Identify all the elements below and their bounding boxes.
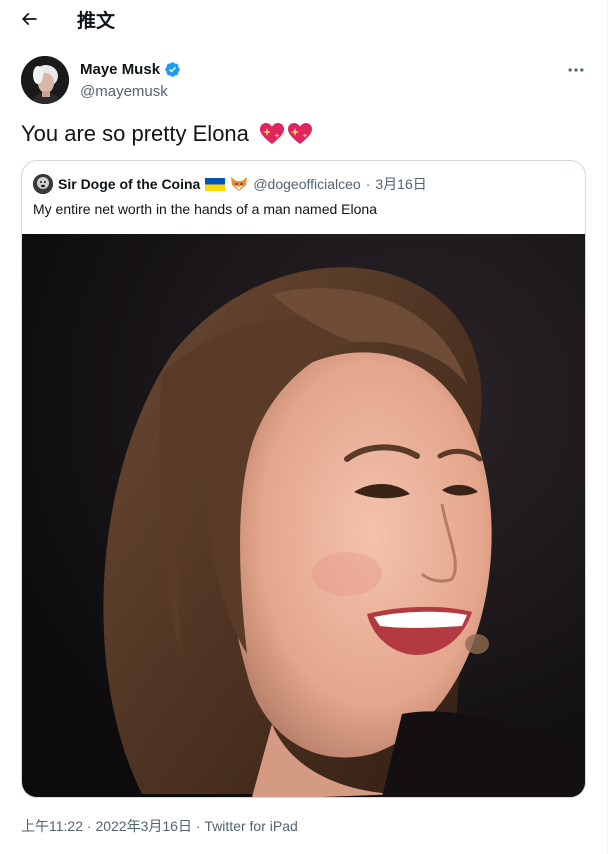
fox-emoji-icon (231, 177, 248, 191)
sparkling-heart-icon (287, 123, 312, 144)
more-options-button[interactable] (563, 58, 589, 82)
separator-dot: · (195, 818, 201, 834)
quoted-tweet-header: Sir Doge of the Coina @dogeofficialceo ·… (33, 174, 427, 194)
tweet-meta: 上午11:22 · 2022年3月16日 · Twitter for iPad (21, 816, 298, 836)
author-name-text: Maye Musk (80, 61, 161, 78)
separator-dot: · (365, 176, 371, 192)
page-header: 推文 (0, 0, 608, 40)
emoji-group (259, 122, 313, 146)
ukraine-flag-icon (205, 177, 226, 191)
back-button[interactable] (14, 6, 44, 32)
separator-dot: · (86, 818, 92, 834)
verified-badge-icon (165, 62, 180, 77)
quoted-tweet-card[interactable]: Sir Doge of the Coina @dogeofficialceo ·… (21, 160, 586, 798)
portrait-photo (22, 234, 585, 797)
avatar[interactable] (21, 56, 69, 104)
sparkling-heart-icon (259, 123, 284, 144)
quoted-author-avatar (33, 174, 53, 194)
quoted-tweet-date: 3月16日 (375, 176, 427, 192)
quoted-tweet-text: My entire net worth in the hands of a ma… (33, 201, 377, 217)
tweet-date[interactable]: 2022年3月16日 (95, 818, 192, 834)
quoted-author-name: Sir Doge of the Coina (58, 176, 201, 192)
arrow-left-icon (21, 12, 37, 26)
tweet-detail-page: 推文 Maye Musk @mayemusk You are so pretty… (0, 0, 608, 854)
author-name[interactable]: Maye Musk (80, 61, 181, 78)
quoted-author-handle: @dogeofficialceo (253, 176, 361, 192)
quoted-tweet-photo[interactable] (22, 234, 585, 797)
avatar-image (21, 56, 69, 104)
page-title: 推文 (77, 10, 116, 32)
tweet-source[interactable]: Twitter for iPad (204, 818, 297, 834)
tweet-text-content: You are so pretty Elona (21, 121, 249, 146)
author-handle[interactable]: @mayemusk (80, 83, 168, 100)
tweet-time[interactable]: 上午11:22 (21, 818, 83, 834)
tweet-text: You are so pretty Elona (21, 121, 313, 147)
more-horizontal-icon (568, 68, 584, 72)
